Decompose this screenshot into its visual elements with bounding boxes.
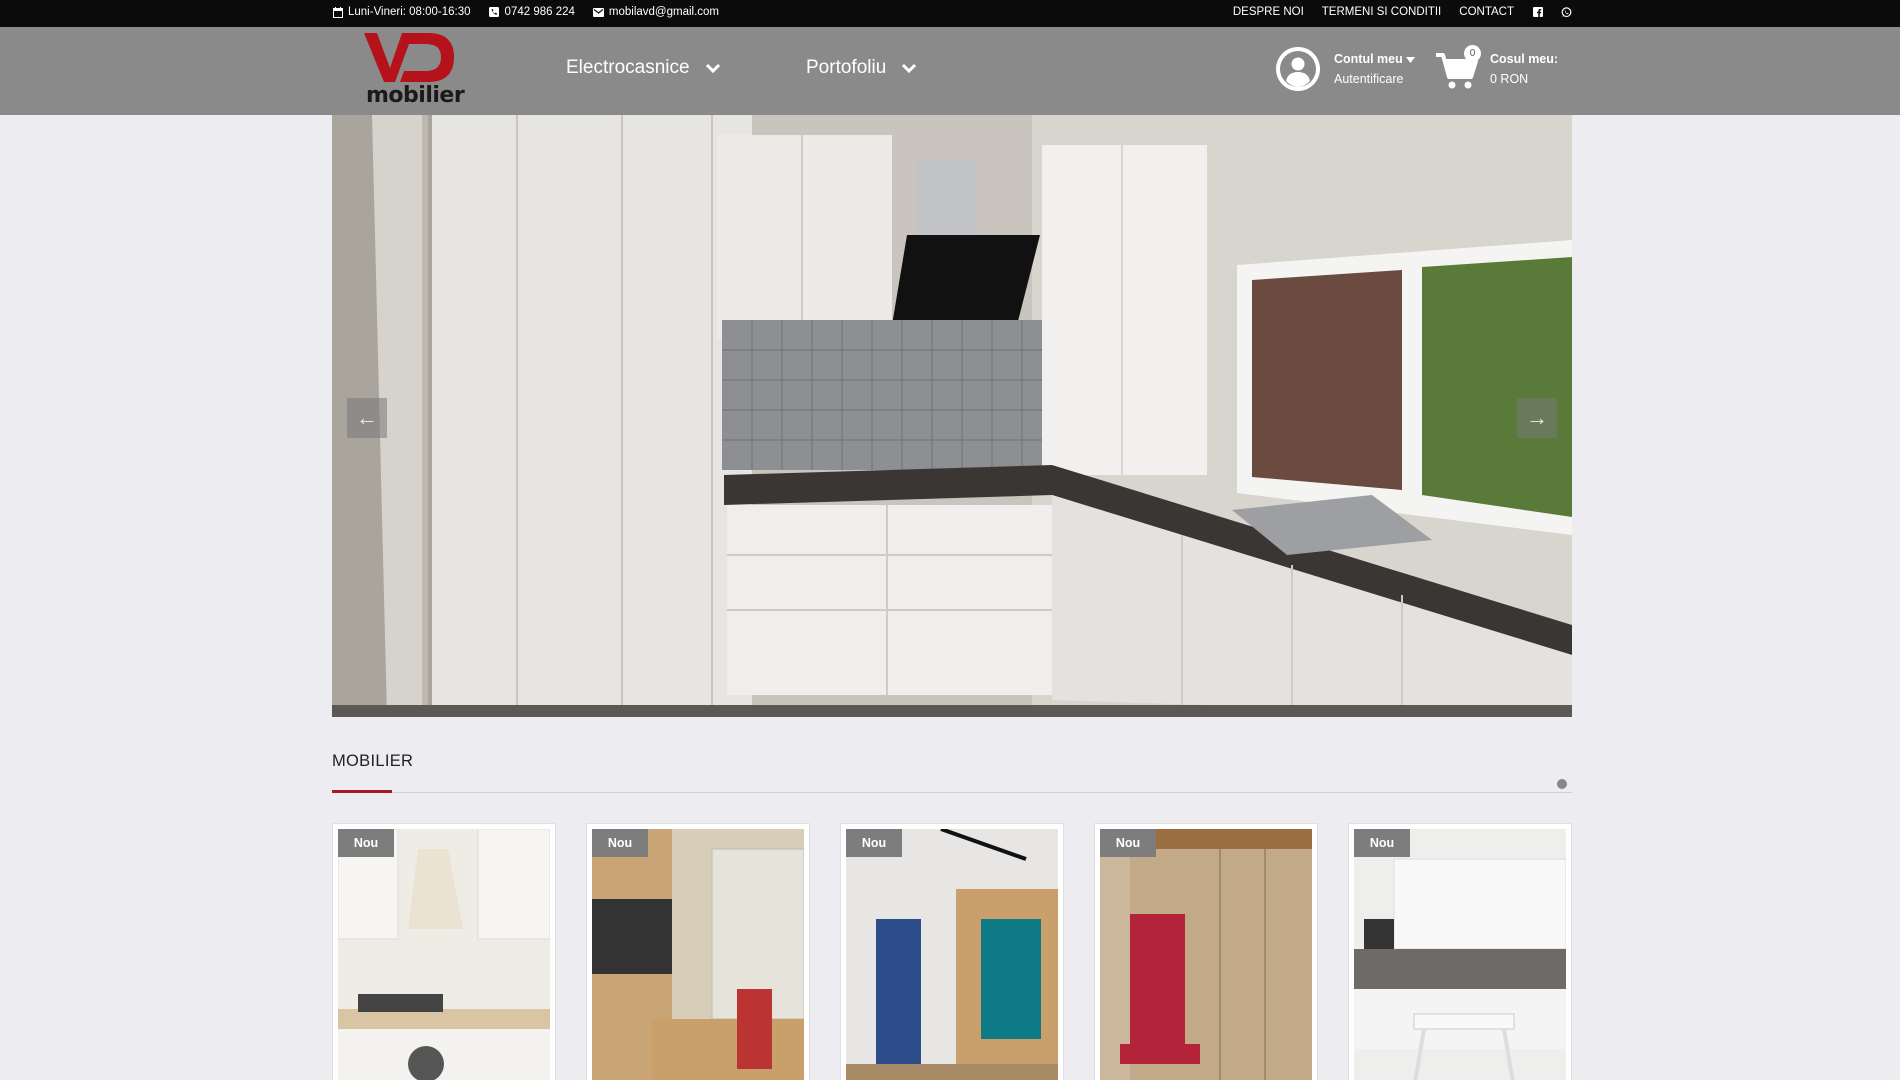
- new-badge: Nou: [592, 829, 648, 857]
- login-link[interactable]: Autentificare: [1334, 69, 1415, 89]
- kitchen-slide-image: [332, 115, 1572, 717]
- whatsapp-icon[interactable]: [1561, 6, 1572, 18]
- cart-icon[interactable]: 0: [1434, 45, 1481, 91]
- nav-label[interactable]: Electrocasnice: [566, 57, 690, 79]
- nav-label[interactable]: Portofoliu: [806, 57, 886, 79]
- product-carousel: Nou Nou Nou Nou Nou: [332, 823, 1572, 1080]
- phone[interactable]: 0742 986 224: [489, 6, 575, 18]
- hero-slider[interactable]: ← →: [332, 115, 1572, 717]
- chevron-down-icon: [705, 63, 720, 74]
- new-badge: Nou: [338, 829, 394, 857]
- cart-title: Cosul meu:: [1490, 52, 1559, 66]
- facebook-icon[interactable]: [1532, 7, 1543, 18]
- site-header: mobilier Electrocasnice Portofoliu Contu…: [0, 27, 1900, 115]
- caret-down-icon: [1406, 56, 1416, 63]
- phone-icon: [489, 7, 500, 18]
- top-bar: Luni-Vineri: 08:00-16:30 0742 986 224 mo…: [0, 0, 1900, 27]
- section-divider: [332, 792, 1572, 793]
- email[interactable]: mobilavd@gmail.com: [592, 6, 719, 18]
- slider-next-button[interactable]: →: [1517, 398, 1557, 438]
- product-card[interactable]: Nou: [586, 823, 810, 1080]
- product-image[interactable]: [1100, 829, 1312, 1080]
- product-image[interactable]: [1354, 829, 1566, 1080]
- cart[interactable]: 0 Cosul meu: 0 RON: [1434, 45, 1559, 91]
- calendar-icon: [332, 6, 343, 18]
- product-image[interactable]: [592, 829, 804, 1080]
- new-badge: Nou: [846, 829, 902, 857]
- account-menu[interactable]: Contul meu Autentificare: [1276, 47, 1416, 91]
- product-image[interactable]: [338, 829, 550, 1080]
- logo[interactable]: mobilier: [362, 30, 465, 110]
- account-title[interactable]: Contul meu: [1334, 52, 1403, 66]
- product-card[interactable]: Nou: [1094, 823, 1318, 1080]
- user-avatar-icon: [1276, 47, 1320, 91]
- mobilier-section: MOBILIER: [332, 752, 1572, 793]
- logo-text: mobilier: [366, 83, 465, 108]
- cart-total: 0 RON: [1490, 72, 1529, 86]
- topbar-link-termeni[interactable]: TERMENI SI CONDITII: [1322, 6, 1441, 18]
- product-card[interactable]: Nou: [1348, 823, 1572, 1080]
- product-card[interactable]: Nou: [332, 823, 556, 1080]
- product-card[interactable]: Nou: [840, 823, 1064, 1080]
- product-image[interactable]: [846, 829, 1058, 1080]
- envelope-icon: [592, 7, 604, 18]
- section-title: MOBILIER: [332, 752, 414, 770]
- section-title-underline: [332, 790, 392, 793]
- topbar-link-despre-noi[interactable]: DESPRE NOI: [1233, 6, 1304, 18]
- opening-hours: Luni-Vineri: 08:00-16:30: [332, 6, 471, 18]
- new-badge: Nou: [1100, 829, 1156, 857]
- chevron-down-icon: [902, 63, 917, 74]
- nav-portofoliu[interactable]: Portofoliu: [806, 57, 918, 79]
- phone-text[interactable]: 0742 986 224: [505, 6, 575, 18]
- carousel-dot[interactable]: [1557, 779, 1567, 789]
- cart-count-badge: 0: [1464, 45, 1481, 62]
- topbar-link-contact[interactable]: CONTACT: [1459, 6, 1514, 18]
- opening-hours-text: Luni-Vineri: 08:00-16:30: [348, 6, 471, 18]
- new-badge: Nou: [1354, 829, 1410, 857]
- nav-electrocasnice[interactable]: Electrocasnice: [566, 57, 722, 79]
- email-text[interactable]: mobilavd@gmail.com: [609, 6, 719, 18]
- slider-prev-button[interactable]: ←: [347, 398, 387, 438]
- logo-mark-icon: [364, 33, 454, 82]
